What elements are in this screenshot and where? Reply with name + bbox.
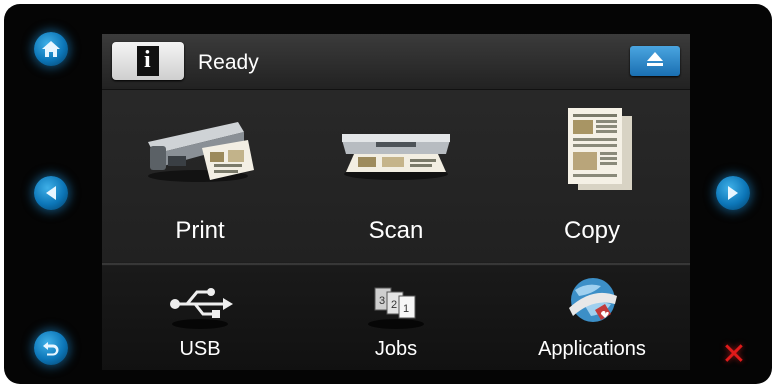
- home-button[interactable]: [34, 32, 68, 66]
- info-button[interactable]: i: [112, 42, 184, 80]
- print-label: Print: [175, 217, 225, 244]
- back-icon: [42, 340, 60, 356]
- back-button[interactable]: [34, 331, 68, 365]
- applications-icon: [557, 274, 627, 341]
- svg-text:3: 3: [379, 295, 385, 307]
- applications-label: Applications: [538, 338, 646, 360]
- svg-text:2: 2: [391, 299, 397, 311]
- copy-icon: [532, 104, 652, 205]
- left-arrow-icon: [44, 185, 58, 201]
- status-bar: i Ready: [102, 34, 690, 90]
- right-arrow-button[interactable]: [716, 176, 750, 210]
- cancel-icon: ✕: [721, 336, 747, 372]
- printer-icon: [140, 104, 260, 199]
- eject-button[interactable]: [630, 46, 680, 76]
- secondary-menu: USB 3 2 1 Jobs Applications: [102, 266, 690, 370]
- copy-label: Copy: [563, 217, 621, 244]
- usb-tile[interactable]: USB: [102, 266, 298, 370]
- eject-icon: [646, 51, 664, 72]
- jobs-tile[interactable]: 3 2 1 Jobs: [298, 266, 494, 370]
- svg-text:1: 1: [403, 303, 409, 315]
- main-menu: Print Scan Copy: [102, 90, 690, 262]
- home-icon: [41, 40, 61, 58]
- scan-label: Scan: [368, 217, 424, 244]
- jobs-label: Jobs: [374, 338, 418, 360]
- info-icon: i: [137, 46, 159, 76]
- status-text: Ready: [198, 51, 259, 74]
- print-tile[interactable]: Print: [102, 90, 298, 262]
- scanner-icon: [336, 104, 456, 199]
- usb-label: USB: [179, 338, 221, 360]
- usb-icon: [165, 274, 235, 339]
- right-arrow-icon: [726, 185, 740, 201]
- cancel-button[interactable]: ✕: [720, 337, 748, 372]
- printer-control-panel: ✕ i Ready Print Scan Copy USB 3 2 1 Jobs…: [4, 4, 772, 384]
- touch-screen: i Ready Print Scan Copy USB 3 2 1 Jobs A…: [102, 34, 690, 370]
- left-arrow-button[interactable]: [34, 176, 68, 210]
- copy-tile[interactable]: Copy: [494, 90, 690, 262]
- scan-tile[interactable]: Scan: [298, 90, 494, 262]
- jobs-icon: 3 2 1: [361, 274, 431, 339]
- applications-tile[interactable]: Applications: [494, 266, 690, 370]
